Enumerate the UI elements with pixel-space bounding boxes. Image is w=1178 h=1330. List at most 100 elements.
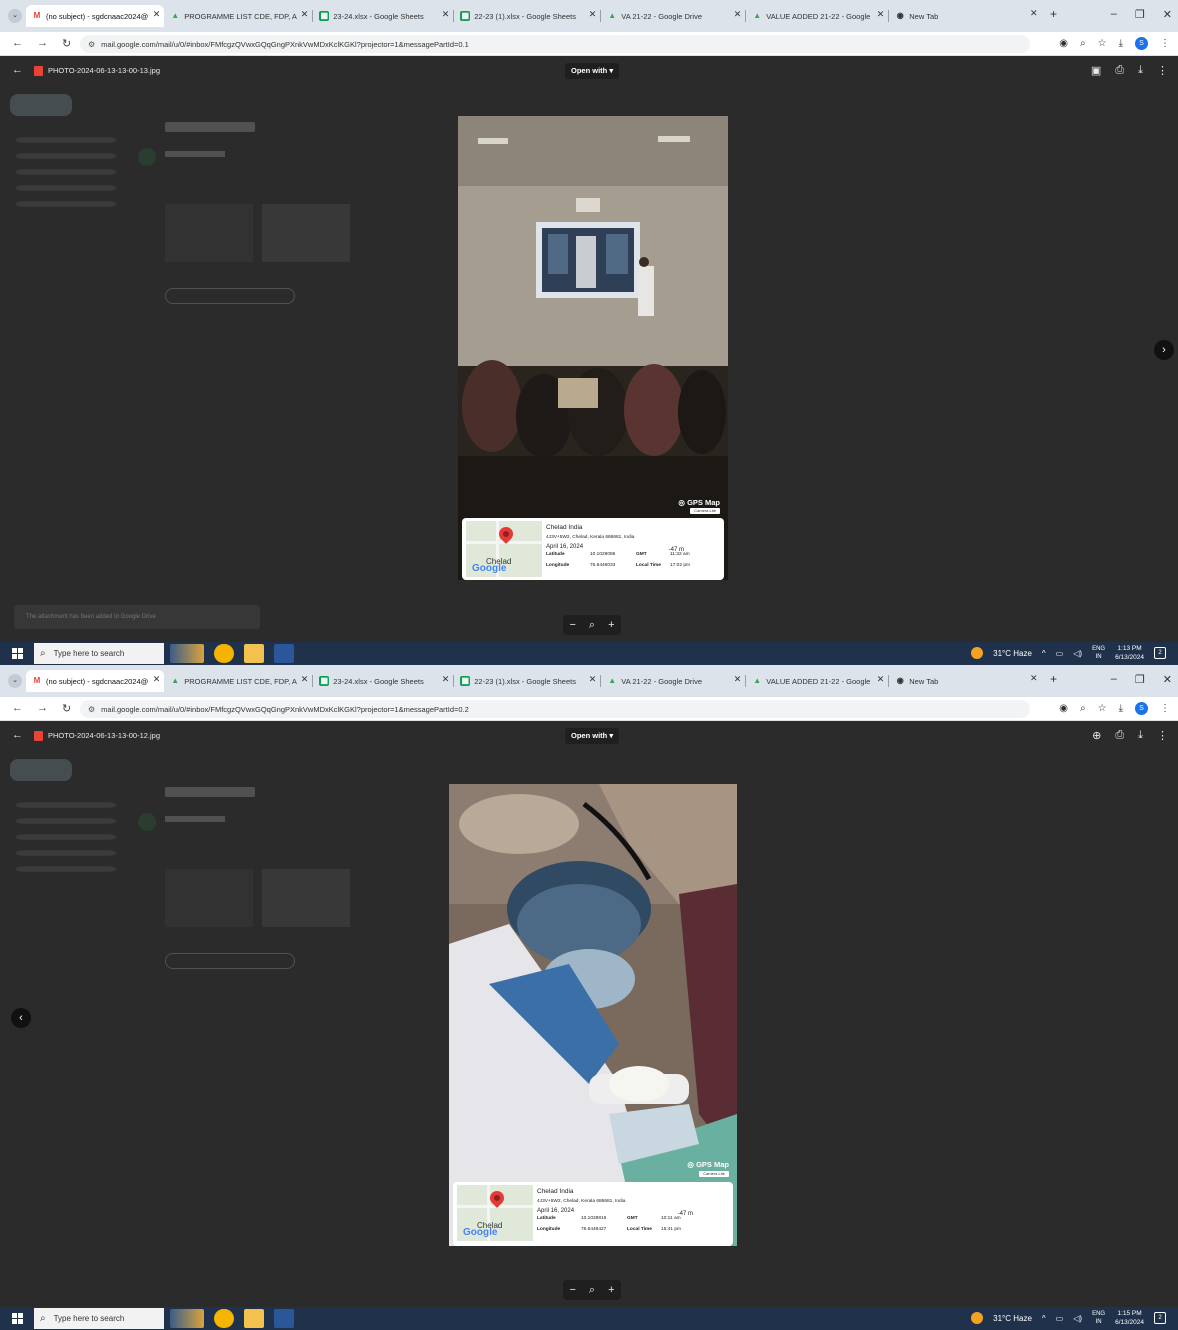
print-icon[interactable]: ⎙	[1115, 729, 1124, 742]
new-tab-plus-icon[interactable]: +	[1050, 7, 1057, 21]
close-icon[interactable]: ✕	[589, 9, 597, 20]
clock[interactable]: 1:15 PM 6/13/2024	[1115, 1309, 1144, 1327]
window-close-icon[interactable]: ✕	[1163, 8, 1172, 21]
tab-drive-va[interactable]: ▲ VA 21-22 - Google Drive ✕	[601, 670, 745, 692]
tab-sheets-22-23[interactable]: ▦ 22-23 (1).xlsx - Google Sheets ✕	[454, 5, 600, 27]
close-icon[interactable]: ✕	[301, 9, 309, 20]
star-icon[interactable]: ☆	[1098, 703, 1107, 714]
close-icon[interactable]: ✕	[153, 674, 161, 685]
minimize-icon[interactable]: –	[1111, 673, 1117, 686]
zoom-out-icon[interactable]: −	[569, 1284, 575, 1296]
site-info-icon[interactable]: ⚙	[88, 705, 95, 714]
menu-kebab-icon[interactable]: ⋮	[1160, 38, 1170, 49]
back-icon[interactable]: ←	[12, 702, 23, 715]
add-to-drive-icon[interactable]: ⊕	[1092, 729, 1101, 742]
eye-icon[interactable]: ◉	[1059, 38, 1068, 49]
download-icon[interactable]: ⤓	[1138, 729, 1143, 742]
windows-start-icon[interactable]	[12, 648, 23, 659]
zoom-in-icon[interactable]: +	[608, 619, 614, 631]
speaker-icon[interactable]: ◁)	[1073, 649, 1082, 658]
zoom-in-icon[interactable]: +	[608, 1284, 614, 1296]
photo-dental-procedure[interactable]: ◎ GPS Map Camera Lite	[449, 784, 737, 1246]
tab-drive-value-added[interactable]: ▲ VALUE ADDED 21-22 - Google ✕	[746, 670, 888, 692]
tab-drive-va[interactable]: ▲ VA 21-22 - Google Drive ✕	[601, 5, 745, 27]
zoom-magnifier-icon[interactable]: ⌕	[589, 1284, 595, 1297]
download-icon[interactable]: ⤓	[1119, 703, 1123, 714]
open-with-button[interactable]: Open with ▾	[565, 63, 620, 79]
zoom-icon[interactable]: ⌕	[1080, 703, 1086, 714]
tab-programme-list[interactable]: ▲ PROGRAMME LIST CDE, FDP, A ✕	[164, 670, 312, 692]
minimize-icon[interactable]: –	[1111, 8, 1117, 21]
close-icon[interactable]: ✕	[734, 674, 742, 685]
tab-drive-value-added[interactable]: ▲ VALUE ADDED 21-22 - Google ✕	[746, 5, 888, 27]
zoom-icon[interactable]: ⌕	[1080, 38, 1086, 49]
previous-image-chevron-icon[interactable]: ‹	[11, 1008, 31, 1028]
network-icon[interactable]: ▭	[1056, 1314, 1064, 1323]
restore-icon[interactable]: ❐	[1135, 8, 1145, 21]
tab-new-tab[interactable]: ◉ New Tab	[889, 5, 999, 27]
close-viewer-icon[interactable]: ←	[12, 729, 23, 741]
close-icon[interactable]: ✕	[1030, 673, 1038, 684]
notification-icon[interactable]: 2	[1154, 647, 1166, 659]
close-icon[interactable]: ✕	[877, 674, 885, 685]
weather-text[interactable]: 31°C Haze	[993, 649, 1032, 658]
forward-icon[interactable]: →	[37, 702, 48, 715]
network-icon[interactable]: ▭	[1056, 649, 1064, 658]
reload-icon[interactable]: ↻	[62, 37, 71, 50]
tray-chevron-icon[interactable]: ^	[1042, 1314, 1046, 1323]
download-icon[interactable]: ⤓	[1119, 38, 1123, 49]
close-icon[interactable]: ✕	[153, 9, 161, 20]
tab-gmail[interactable]: M (no subject) - sgdcnaac2024@ ✕	[26, 5, 165, 27]
weather-text[interactable]: 31°C Haze	[993, 1314, 1032, 1323]
taskbar-app-icon[interactable]	[170, 644, 204, 663]
speaker-icon[interactable]: ◁)	[1073, 1314, 1082, 1323]
weather-icon[interactable]	[971, 647, 984, 659]
photo-classroom[interactable]: ◎ GPS Map Camera Lite	[458, 116, 728, 580]
zoom-out-icon[interactable]: −	[569, 619, 575, 631]
close-viewer-icon[interactable]: ←	[12, 64, 23, 76]
windows-start-icon[interactable]	[12, 1313, 23, 1324]
menu-kebab-icon[interactable]: ⋮	[1160, 703, 1170, 714]
reload-icon[interactable]: ↻	[62, 702, 71, 715]
tray-chevron-icon[interactable]: ^	[1042, 649, 1046, 658]
profile-avatar[interactable]: S	[1135, 702, 1148, 715]
tab-new-tab[interactable]: ◉ New Tab	[889, 670, 999, 692]
tab-sheets-22-23[interactable]: ▦ 22-23 (1).xlsx - Google Sheets ✕	[454, 670, 600, 692]
print-icon[interactable]: ⎙	[1115, 64, 1124, 77]
close-icon[interactable]: ✕	[301, 674, 309, 685]
more-icon[interactable]: ⋮	[1157, 64, 1168, 77]
address-bar[interactable]: ⚙ mail.google.com/mail/u/0/#inbox/FMfcgz…	[80, 35, 1030, 53]
taskbar-search[interactable]: ⌕ Type here to search	[34, 643, 164, 664]
restore-icon[interactable]: ❐	[1135, 673, 1145, 686]
tab-programme-list[interactable]: ▲ PROGRAMME LIST CDE, FDP, A ✕	[164, 5, 312, 27]
tab-sheets-23-24[interactable]: ▦ 23-24.xlsx - Google Sheets ✕	[313, 670, 453, 692]
site-info-icon[interactable]: ⚙	[88, 40, 95, 49]
download-icon[interactable]: ⤓	[1138, 64, 1143, 77]
tab-sheets-23-24[interactable]: ▦ 23-24.xlsx - Google Sheets ✕	[313, 5, 453, 27]
zoom-magnifier-icon[interactable]: ⌕	[589, 619, 595, 632]
close-icon[interactable]: ✕	[734, 9, 742, 20]
tab-search-icon[interactable]: ⌄	[8, 674, 22, 688]
language-indicator[interactable]: ENG IN	[1092, 1310, 1105, 1326]
next-image-chevron-icon[interactable]: ›	[1154, 340, 1174, 360]
address-bar[interactable]: ⚙ mail.google.com/mail/u/0/#inbox/FMfcgz…	[80, 700, 1030, 718]
back-icon[interactable]: ←	[12, 37, 23, 50]
word-icon[interactable]	[274, 644, 294, 663]
close-icon[interactable]: ✕	[877, 9, 885, 20]
star-icon[interactable]: ☆	[1098, 38, 1107, 49]
tab-search-icon[interactable]: ⌄	[8, 9, 22, 23]
add-to-drive-icon[interactable]: ▣	[1091, 64, 1101, 77]
close-icon[interactable]: ✕	[442, 9, 450, 20]
weather-icon[interactable]	[971, 1312, 984, 1324]
tab-gmail[interactable]: M (no subject) - sgdcnaac2024@ ✕	[26, 670, 165, 692]
file-explorer-icon[interactable]	[244, 644, 264, 663]
open-with-button[interactable]: Open with ▾	[565, 728, 620, 744]
forward-icon[interactable]: →	[37, 37, 48, 50]
close-icon[interactable]: ✕	[589, 674, 597, 685]
close-icon[interactable]: ✕	[1030, 8, 1038, 19]
more-icon[interactable]: ⋮	[1157, 729, 1168, 742]
word-icon[interactable]	[274, 1309, 294, 1328]
taskbar-app-icon[interactable]	[170, 1309, 204, 1328]
notification-icon[interactable]: 2	[1154, 1312, 1166, 1324]
clock[interactable]: 1:13 PM 6/13/2024	[1115, 644, 1144, 662]
